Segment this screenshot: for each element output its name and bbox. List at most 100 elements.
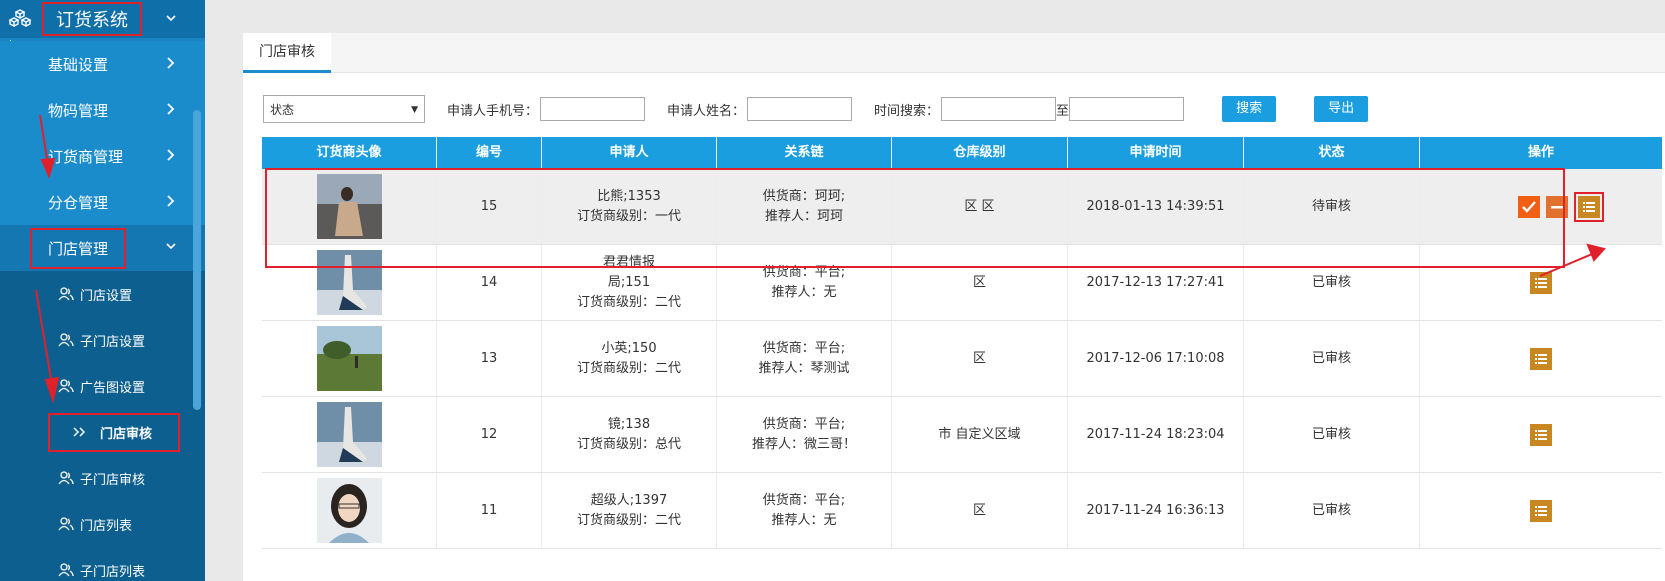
approve-button[interactable] — [1518, 195, 1540, 218]
warehouse-level: 区 区 — [892, 169, 1068, 244]
users-icon — [58, 517, 74, 531]
apply-time: 2018-01-13 14:39:51 — [1068, 169, 1244, 244]
sidebar-subitem-label: 门店审核 — [100, 426, 153, 442]
referrer: 推荐人：微三哥！ — [751, 436, 856, 452]
status-select[interactable]: 状态 ▼ — [263, 95, 425, 123]
sidebar-item-store-management[interactable]: 门店管理 — [0, 225, 205, 271]
detail-button[interactable] — [1530, 271, 1552, 294]
avatar-cell — [262, 473, 437, 548]
double-chevron-right-icon — [73, 427, 86, 437]
table-row: 14 君君情报 局;151 订货商级别：二代 供货商：平台; 推荐人：无 区 2… — [262, 245, 1662, 321]
sidebar-subitem-store-review[interactable]: 门店审核 — [0, 409, 205, 455]
sidebar-item-label: 物码管理 — [48, 101, 109, 120]
sidebar-subitem-substore-settings[interactable]: 子门店设置 — [0, 317, 205, 363]
current-item-box: 门店审核 — [48, 412, 181, 452]
detail-button[interactable] — [1530, 347, 1552, 370]
tab-store-review[interactable]: 门店审核 — [243, 33, 331, 73]
col-actions: 操作 — [1527, 145, 1554, 160]
applicant-name: 超级人;1397 — [590, 492, 668, 508]
dealer-level: 订货商级别：总代 — [576, 436, 681, 452]
supplier: 供货商：平台; — [762, 264, 846, 280]
name-label: 申请人姓名： — [667, 103, 746, 119]
sidebar-item-code-management[interactable]: 物码管理 — [0, 87, 205, 133]
relation-cell: 供货商：平台; 推荐人：微三哥！ — [717, 397, 892, 472]
dealer-level: 订货商级别：二代 — [576, 360, 681, 376]
supplier: 供货商：珂珂; — [762, 188, 846, 204]
row-id: 11 — [437, 473, 542, 548]
sidebar-subitem-store-settings[interactable]: 门店设置 — [0, 271, 205, 317]
sidebar-subitem-substore-review[interactable]: 子门店审核 — [0, 455, 205, 501]
sidebar-item-basic-settings[interactable]: 基础设置 — [0, 41, 205, 87]
time-label: 时间搜索： — [874, 103, 940, 119]
avatar-cell — [262, 245, 437, 320]
name-input[interactable] — [747, 97, 853, 121]
detail-button[interactable] — [1530, 423, 1552, 446]
avatar-cell — [262, 397, 437, 472]
sidebar-subitem-label: 广告图设置 — [80, 380, 146, 396]
search-button[interactable]: 搜索 — [1222, 96, 1277, 122]
main-area: 门店审核 状态 ▼ 申请人手机号： 申请人姓名： 时间搜索： 至 搜索 导出 订… — [215, 0, 1665, 581]
list-icon — [1535, 429, 1547, 440]
dealer-level: 订货商级别：二代 — [576, 512, 681, 528]
status: 待审核 — [1244, 169, 1420, 244]
sidebar-subitem-store-list[interactable]: 门店列表 — [0, 501, 205, 547]
list-icon — [1583, 201, 1595, 212]
referrer: 推荐人：琴测试 — [758, 360, 850, 376]
row-id: 15 — [437, 169, 542, 244]
sidebar-item-dealer-management[interactable]: 订货商管理 — [0, 133, 205, 179]
applicant-cell: 小英;150 订货商级别：二代 — [542, 321, 717, 396]
export-button[interactable]: 导出 — [1314, 96, 1369, 122]
supplier: 供货商：平台; — [762, 492, 846, 508]
row-id: 14 — [437, 245, 542, 320]
warehouse-level: 区 — [892, 321, 1068, 396]
tab-bar: 门店审核 — [243, 33, 1665, 73]
sidebar-item-label: 分仓管理 — [48, 193, 109, 212]
list-icon — [1535, 505, 1547, 516]
sidebar-subitem-substore-list[interactable]: 子门店列表 — [0, 547, 205, 581]
applicant-name: 君君情报 — [602, 254, 655, 270]
col-id: 编号 — [437, 137, 542, 169]
chevron-down-icon — [166, 243, 176, 250]
col-time: 申请时间 — [1068, 137, 1244, 169]
sidebar-header[interactable]: 订货系统 — [0, 0, 205, 38]
applicant-cell: 超级人;1397 订货商级别：二代 — [542, 473, 717, 548]
applicant-cell: 比熊;1353 订货商级别：一代 — [542, 169, 717, 244]
phone-input[interactable] — [540, 97, 646, 121]
dealer-level: 订货商级别：二代 — [576, 294, 681, 310]
sidebar: 订货系统 基础设置 物码管理 订货商管理 分仓管理 门店管理 门店设置 子门店设… — [0, 0, 205, 581]
apply-time: 2017-11-24 16:36:13 — [1068, 473, 1244, 548]
applicant-cell: 君君情报 局;151 订货商级别：二代 — [542, 245, 717, 320]
check-icon — [1522, 200, 1536, 213]
dealer-level: 订货商级别：一代 — [576, 208, 681, 224]
sidebar-item-warehouse-management[interactable]: 分仓管理 — [0, 179, 205, 225]
supplier: 供货商：平台; — [762, 416, 846, 432]
relation-cell: 供货商：平台; 推荐人：琴测试 — [717, 321, 892, 396]
chevron-right-icon — [167, 103, 175, 115]
applicant-name: 比熊;1353 — [597, 188, 661, 204]
minus-icon — [1551, 205, 1563, 208]
relation-cell: 供货商：平台; 推荐人：无 — [717, 473, 892, 548]
content-panel: 门店审核 状态 ▼ 申请人手机号： 申请人姓名： 时间搜索： 至 搜索 导出 订… — [243, 33, 1665, 581]
sidebar-subitem-label: 子门店审核 — [80, 472, 146, 488]
review-table: 订货商头像 编号 申请人 关系链 仓库级别 申请时间 状态 操作 15 比熊;1… — [262, 137, 1662, 549]
filter-bar: 状态 ▼ 申请人手机号： 申请人姓名： 时间搜索： 至 搜索 导出 — [263, 95, 1369, 123]
col-relation: 关系链 — [717, 137, 892, 169]
apply-time: 2017-11-24 18:23:04 — [1068, 397, 1244, 472]
sidebar-item-label: 订货商管理 — [48, 147, 124, 166]
start-date-input[interactable] — [941, 97, 1057, 121]
applicant-cell: 镜;138 订货商级别：总代 — [542, 397, 717, 472]
apply-time: 2017-12-06 17:10:08 — [1068, 321, 1244, 396]
reject-button[interactable] — [1546, 195, 1568, 218]
detail-button[interactable] — [1578, 195, 1600, 218]
sidebar-scrollbar[interactable] — [193, 110, 201, 410]
status: 已审核 — [1244, 397, 1420, 472]
sidebar-subitem-banner-settings[interactable]: 广告图设置 — [0, 363, 205, 409]
avatar — [316, 174, 382, 239]
referrer: 推荐人：珂珂 — [764, 208, 843, 224]
actions-cell — [1420, 321, 1662, 396]
end-date-input[interactable] — [1069, 97, 1185, 121]
detail-button[interactable] — [1530, 499, 1552, 522]
status: 已审核 — [1244, 473, 1420, 548]
sidebar-item-label: 基础设置 — [48, 55, 109, 74]
status: 已审核 — [1244, 321, 1420, 396]
